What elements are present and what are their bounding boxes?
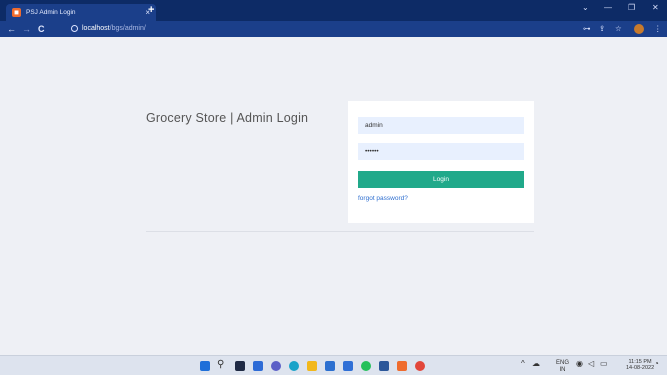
page-title: Grocery Store | Admin Login — [146, 111, 309, 125]
forgot-password-link[interactable]: forgot password? — [358, 195, 408, 202]
username-input[interactable] — [358, 117, 524, 134]
file-explorer-icon[interactable] — [307, 361, 317, 371]
xampp-icon[interactable] — [397, 361, 407, 371]
close-window-button[interactable]: ✕ — [652, 3, 659, 12]
url-path: /bgs/admin/ — [109, 25, 146, 32]
teams-icon[interactable] — [343, 361, 353, 371]
browser-titlebar: ◼ PSJ Admin Login × + ⌄ — ❐ ✕ — [0, 0, 667, 21]
clock[interactable]: 11:15 PM 14-08-2022 — [626, 359, 654, 371]
whatsapp-icon[interactable] — [361, 361, 371, 371]
search-icon[interactable]: ⚲ — [217, 359, 224, 371]
word-icon[interactable] — [379, 361, 389, 371]
divider — [146, 231, 534, 232]
task-view-icon[interactable] — [235, 361, 245, 371]
chat-icon[interactable] — [271, 361, 281, 371]
volume-icon[interactable]: ◁ — [588, 360, 594, 368]
clock-date: 14-08-2022 — [626, 365, 655, 371]
share-icon[interactable]: ⇪ — [599, 24, 605, 34]
store-icon[interactable] — [325, 361, 335, 371]
maximize-button[interactable]: ❐ — [628, 3, 635, 12]
bookmark-star-icon[interactable]: ☆ — [615, 24, 622, 34]
tray-overflow-icon[interactable]: ^ — [521, 360, 525, 368]
tab-search-chevron-icon[interactable]: ⌄ — [582, 3, 589, 12]
weather-icon[interactable]: ☁ — [532, 360, 540, 368]
chrome-icon[interactable] — [415, 361, 425, 371]
profile-avatar[interactable] — [634, 24, 644, 34]
battery-icon[interactable]: ▭ — [600, 360, 608, 368]
reload-button[interactable]: C — [38, 23, 45, 35]
url-field[interactable]: localhost/bgs/admin/ — [82, 24, 146, 34]
browser-address-bar: ← → C localhost/bgs/admin/ ⊶ ⇪ ☆ ⋮ — [0, 21, 667, 37]
minimize-button[interactable]: — — [604, 3, 612, 12]
back-button[interactable]: ← — [7, 23, 16, 35]
edge-icon[interactable] — [289, 361, 299, 371]
browser-menu-icon[interactable]: ⋮ — [654, 24, 662, 34]
login-form: Login forgot password? — [348, 101, 534, 223]
language-bottom: IN — [559, 367, 566, 373]
start-icon[interactable] — [200, 361, 210, 371]
browser-tab[interactable]: ◼ PSJ Admin Login × — [6, 4, 156, 21]
notification-icon[interactable]: ◔ — [654, 360, 659, 368]
new-tab-button[interactable]: + — [148, 4, 154, 16]
login-button[interactable]: Login — [358, 171, 524, 188]
xampp-favicon-icon: ◼ — [12, 8, 21, 17]
language-top: ENG — [556, 360, 570, 366]
password-key-icon[interactable]: ⊶ — [583, 24, 591, 34]
widgets-icon[interactable] — [253, 361, 263, 371]
site-info-icon[interactable] — [71, 25, 78, 32]
url-host: localhost — [82, 25, 110, 32]
wifi-icon[interactable]: ◉ — [576, 360, 583, 368]
forward-button[interactable]: → — [22, 23, 31, 35]
page-content: Grocery Store | Admin Login Login forgot… — [0, 37, 667, 355]
tab-title: PSJ Admin Login — [26, 9, 76, 16]
windows-taskbar: ⚲ ^ ☁ ENG IN ◉ ◁ ▭ 11:15 PM 14-08-2022 ◔ — [0, 355, 667, 375]
password-input[interactable] — [358, 143, 524, 160]
language-indicator[interactable]: ENG IN — [556, 360, 569, 374]
